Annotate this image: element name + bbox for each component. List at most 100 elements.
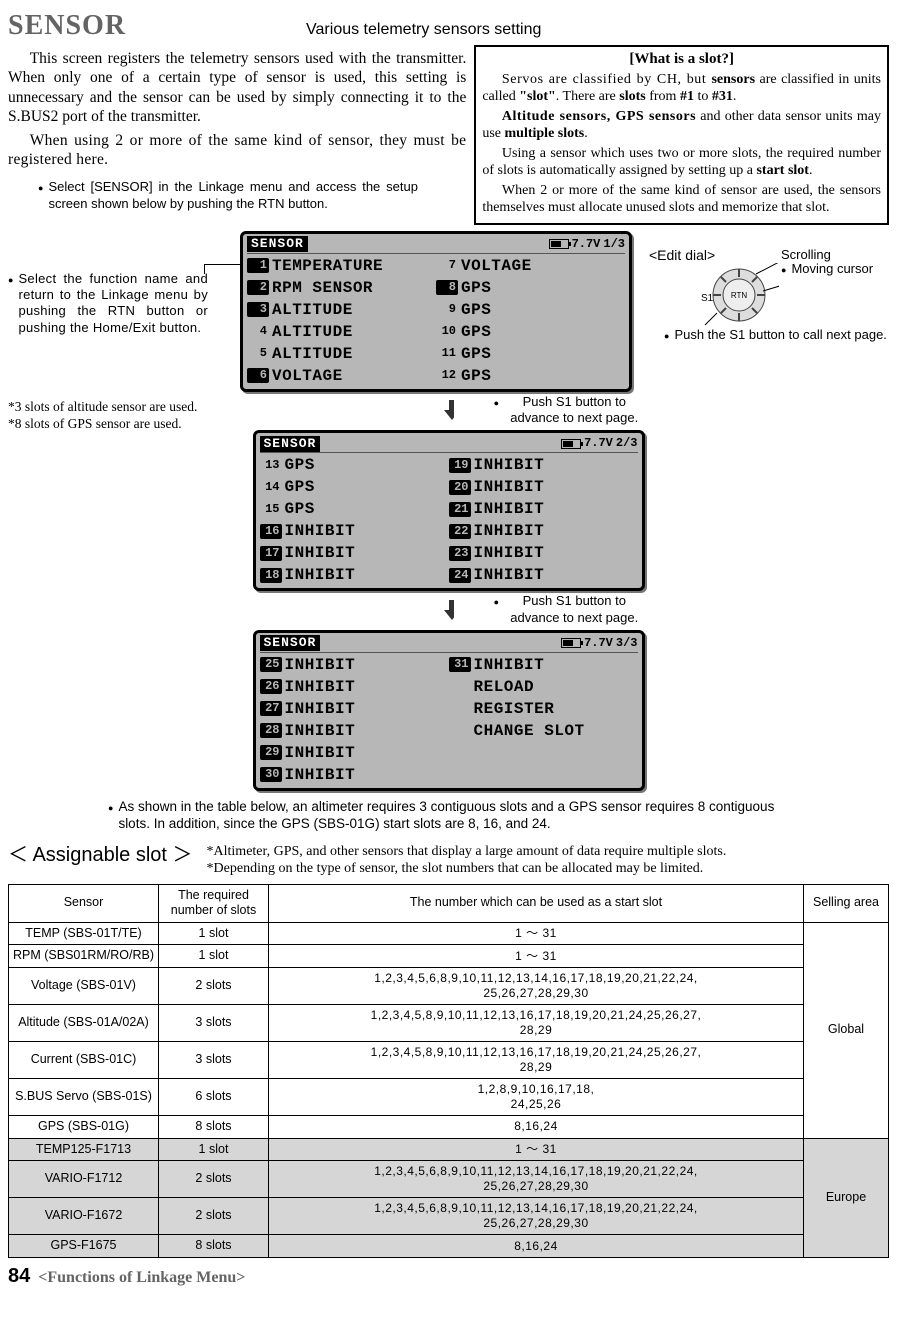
slot-label: INHIBIT (282, 721, 356, 741)
table-row: TEMP (SBS-01T/TE)1 slot1 ～ 31Global (9, 922, 889, 945)
table-row: GPS (SBS-01G)8 slots8,16,24 (9, 1116, 889, 1139)
slot-label: GPS (282, 499, 315, 519)
slot-number: 22 (449, 524, 471, 539)
cell-start-slots: 1,2,3,4,5,8,9,10,11,12,13,16,17,18,19,20… (269, 1005, 804, 1042)
slot-label: GPS (282, 455, 315, 475)
slot-number: 20 (449, 480, 471, 495)
sensor-slot-row[interactable]: 12GPS (436, 365, 625, 387)
slot-box-p1: Servos are classified by CH, but sensors… (482, 71, 881, 106)
slot-label: RPM SENSOR (269, 278, 373, 298)
cell-required-slots: 1 slot (159, 1138, 269, 1161)
sensor-slot-row[interactable]: 24INHIBIT (449, 564, 638, 586)
sensor-slot-row[interactable]: 16INHIBIT (260, 520, 449, 542)
sensor-slot-row[interactable]: 27INHIBIT (260, 698, 449, 720)
cell-required-slots: 1 slot (159, 922, 269, 945)
cell-sensor: Voltage (SBS-01V) (9, 968, 159, 1005)
slot-label: INHIBIT (282, 765, 356, 785)
cell-required-slots: 8 slots (159, 1116, 269, 1139)
sensor-slot-row[interactable]: 20INHIBIT (449, 476, 638, 498)
slot-label: INHIBIT (471, 543, 545, 563)
sensor-slot-row[interactable]: 28INHIBIT (260, 720, 449, 742)
sensor-slot-row[interactable]: 6VOLTAGE (247, 365, 436, 387)
battery-icon (561, 638, 581, 648)
sensor-slot-row[interactable]: 19INHIBIT (449, 454, 638, 476)
slot-number: 30 (260, 767, 282, 782)
cell-selling-area: Global (804, 922, 889, 1138)
assign-note-2: *Depending on the type of sensor, the sl… (207, 860, 727, 878)
slot-label: INHIBIT (471, 655, 545, 675)
cell-sensor: TEMP125-F1713 (9, 1138, 159, 1161)
cell-required-slots: 8 slots (159, 1235, 269, 1258)
screen-title[interactable]: SENSOR (247, 236, 308, 252)
sensor-slot-row[interactable]: 14GPS (260, 476, 449, 498)
sensor-slot-row[interactable]: 30INHIBIT (260, 764, 449, 786)
cell-required-slots: 2 slots (159, 968, 269, 1005)
sensor-slot-row[interactable]: 4ALTITUDE (247, 321, 436, 343)
screen-title[interactable]: SENSOR (260, 635, 321, 651)
slot-label: GPS (458, 344, 491, 364)
cell-sensor: GPS-F1675 (9, 1235, 159, 1258)
sensor-slot-row[interactable]: 25INHIBIT (260, 654, 449, 676)
slot-label: INHIBIT (471, 565, 545, 585)
down-arrow-icon (443, 400, 454, 420)
sensor-slot-row[interactable]: 3ALTITUDE (247, 299, 436, 321)
table-row: GPS-F16758 slots8,16,24 (9, 1235, 889, 1258)
table-caption: As shown in the table below, an altimete… (108, 799, 808, 833)
slot-number: 24 (449, 568, 471, 583)
sensor-slot-row[interactable]: 1TEMPERATURE (247, 255, 436, 277)
sensor-slot-row[interactable]: 13GPS (260, 454, 449, 476)
slot-number: 19 (449, 458, 471, 473)
sensor-slot-row[interactable]: 9GPS (436, 299, 625, 321)
sensor-slot-row[interactable]: RELOAD (449, 676, 638, 698)
footnote-slots-used: *3 slots of altitude sensor are used. *8… (8, 399, 197, 433)
sensor-slot-row[interactable]: 11GPS (436, 343, 625, 365)
slot-number: 26 (260, 679, 282, 694)
slot-box-p2: Altitude sensors, GPS sensors and other … (482, 108, 881, 143)
th-selling-area: Selling area (804, 884, 889, 922)
slot-label: INHIBIT (282, 655, 356, 675)
slot-number: 10 (436, 324, 458, 339)
sensor-slot-row[interactable]: 5ALTITUDE (247, 343, 436, 365)
sensor-slot-row[interactable]: 21INHIBIT (449, 498, 638, 520)
battery-voltage: 7.7V (572, 237, 601, 252)
slot-number: 12 (436, 368, 458, 383)
slot-label: INHIBIT (282, 743, 356, 763)
cell-start-slots: 8,16,24 (269, 1116, 804, 1139)
sensor-slot-row[interactable]: 22INHIBIT (449, 520, 638, 542)
sensor-slot-row[interactable]: REGISTER (449, 698, 638, 720)
cell-sensor: GPS (SBS-01G) (9, 1116, 159, 1139)
screen-title[interactable]: SENSOR (260, 436, 321, 452)
sensor-slot-row[interactable]: 15GPS (260, 498, 449, 520)
sensor-slot-row[interactable]: 26INHIBIT (260, 676, 449, 698)
dial-moving-cursor-label: Moving cursor (781, 261, 873, 277)
cell-start-slots: 1,2,3,4,5,8,9,10,11,12,13,16,17,18,19,20… (269, 1042, 804, 1079)
sensor-slot-row[interactable]: 29INHIBIT (260, 742, 449, 764)
slot-label: INHIBIT (282, 521, 356, 541)
sensor-slot-row[interactable]: 23INHIBIT (449, 542, 638, 564)
edit-dial-icon: RTN S1 (699, 263, 779, 327)
page-title: SENSOR (8, 8, 126, 43)
cell-start-slots: 1 ～ 31 (269, 922, 804, 945)
slot-label: VOLTAGE (269, 366, 343, 386)
screen-pager: 1/3 (603, 237, 625, 252)
sensor-slot-row[interactable]: CHANGE SLOT (449, 720, 638, 742)
cell-start-slots: 1,2,8,9,10,16,17,18, 24,25,26 (269, 1079, 804, 1116)
sensor-slot-row[interactable]: 31INHIBIT (449, 654, 638, 676)
slot-number: 9 (436, 302, 458, 317)
push-s1-note-2: Push S1 button to advance to next page. (494, 593, 645, 626)
sensor-slot-row[interactable]: 2RPM SENSOR (247, 277, 436, 299)
sensor-slot-row[interactable]: 18INHIBIT (260, 564, 449, 586)
push-s1-note-1: Push S1 button to advance to next page. (494, 394, 645, 427)
sensor-slot-row[interactable]: 17INHIBIT (260, 542, 449, 564)
sensor-slot-row[interactable]: 7VOLTAGE (436, 255, 625, 277)
table-row: Altitude (SBS-01A/02A)3 slots1,2,3,4,5,8… (9, 1005, 889, 1042)
slot-label: INHIBIT (282, 699, 356, 719)
slot-label: GPS (282, 477, 315, 497)
slot-label: TEMPERATURE (269, 256, 383, 276)
sensor-slot-row[interactable]: 8GPS (436, 277, 625, 299)
annot-return-to-linkage: Select the function name and return to t… (8, 271, 208, 336)
cell-sensor: Current (SBS-01C) (9, 1042, 159, 1079)
table-row: RPM (SBS01RM/RO/RB)1 slot1 ～ 31 (9, 945, 889, 968)
sensor-slot-row[interactable]: 10GPS (436, 321, 625, 343)
slot-number: 18 (260, 568, 282, 583)
